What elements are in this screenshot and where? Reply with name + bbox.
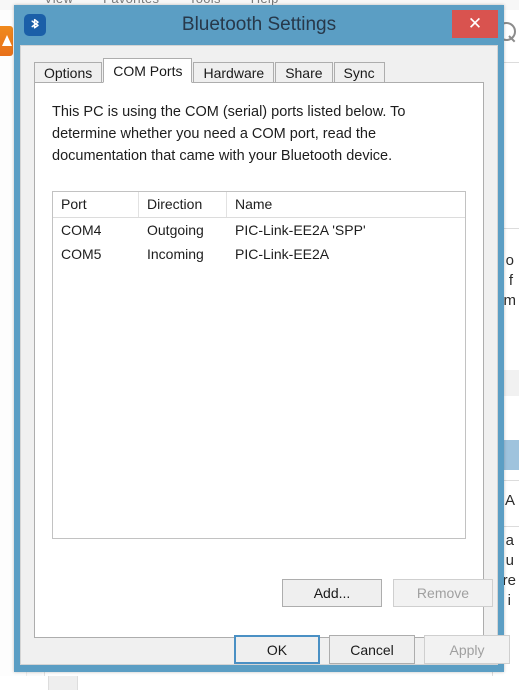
cell-port: COM4 <box>61 222 102 238</box>
cell-port: COM5 <box>61 246 102 262</box>
table-row[interactable]: COM4 Outgoing PIC-Link-EE2A 'SPP' <box>53 218 465 242</box>
column-header-port[interactable]: Port <box>53 192 139 217</box>
cell-direction: Incoming <box>147 246 204 262</box>
cell-name: PIC-Link-EE2A <box>235 246 330 262</box>
com-ports-listview[interactable]: Port Direction Name COM4 Outgoing PIC-Li… <box>52 191 466 539</box>
ok-button[interactable]: OK <box>234 635 320 664</box>
background-text-fragment: f <box>508 272 513 289</box>
background-text-fragment: a <box>505 532 514 549</box>
background-text-fragment: m <box>503 292 517 309</box>
background-text-fragment: i <box>507 592 511 609</box>
tab-sync[interactable]: Sync <box>333 62 385 83</box>
close-icon[interactable]: ✕ <box>452 10 498 38</box>
dialog-titlebar[interactable]: Bluetooth Settings ✕ <box>14 5 504 45</box>
tab-strip: Options COM Ports Hardware Share Sync <box>34 58 386 83</box>
background-text-fragment: o <box>505 252 514 269</box>
cell-direction: Outgoing <box>147 222 204 238</box>
orange-app-icon <box>0 26 13 56</box>
dialog-body: Options COM Ports Hardware Share Sync Th… <box>20 45 510 665</box>
bluetooth-settings-dialog: Bluetooth Settings ✕ Options COM Ports H… <box>14 5 510 672</box>
background-text-fragment: u <box>505 552 514 569</box>
add-button[interactable]: Add... <box>282 579 382 607</box>
tab-panel-com-ports: This PC is using the COM (serial) ports … <box>34 82 493 638</box>
apply-button: Apply <box>424 635 510 664</box>
tab-options[interactable]: Options <box>34 62 103 83</box>
tab-hardware[interactable]: Hardware <box>193 62 275 83</box>
tab-com-ports[interactable]: COM Ports <box>103 58 193 83</box>
background-text-fragment: re <box>502 572 516 589</box>
background-text-fragment: A <box>504 492 515 509</box>
column-header-name[interactable]: Name <box>227 192 465 217</box>
tab-share[interactable]: Share <box>275 62 333 83</box>
listview-header: Port Direction Name <box>53 192 465 218</box>
column-header-direction[interactable]: Direction <box>139 192 227 217</box>
background-sheet-tab[interactable] <box>48 676 78 690</box>
dialog-title: Bluetooth Settings <box>181 14 337 35</box>
cancel-button[interactable]: Cancel <box>329 635 415 664</box>
cell-name: PIC-Link-EE2A 'SPP' <box>235 222 366 238</box>
remove-button: Remove <box>393 579 493 607</box>
listview-rows: COM4 Outgoing PIC-Link-EE2A 'SPP' COM5 I… <box>53 218 465 266</box>
com-ports-description: This PC is using the COM (serial) ports … <box>52 104 406 164</box>
table-row[interactable]: COM5 Incoming PIC-Link-EE2A <box>53 242 465 266</box>
